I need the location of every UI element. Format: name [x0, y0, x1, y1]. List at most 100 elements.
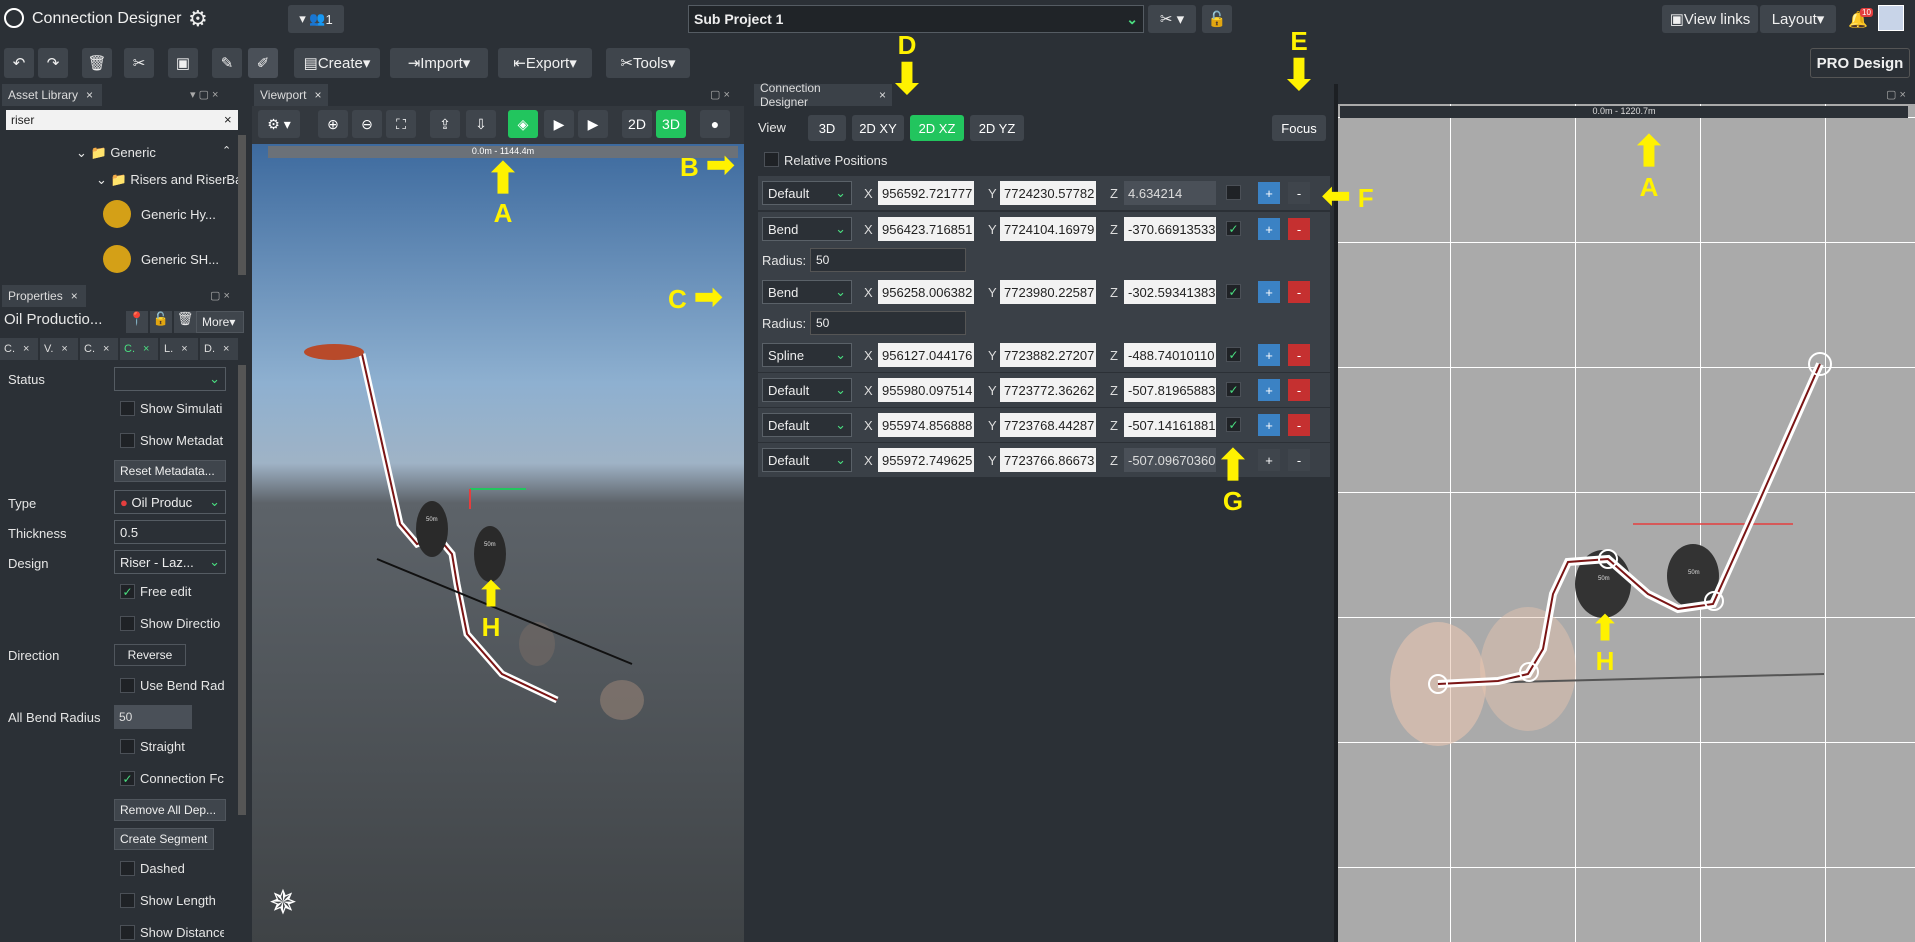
tab-viewport[interactable]: Viewport × — [254, 84, 328, 106]
point-checkbox[interactable] — [1226, 185, 1241, 200]
view-2dxz-button[interactable]: 2D XZ — [910, 115, 964, 141]
surface-up-icon[interactable]: ⇪ — [430, 110, 460, 138]
zoom-in-icon[interactable]: ⊕ — [318, 110, 348, 138]
add-point-button[interactable]: + — [1258, 182, 1280, 204]
add-point-button[interactable]: + — [1258, 379, 1280, 401]
z-input[interactable]: -302.59341383 — [1124, 280, 1216, 304]
z-input[interactable]: -507.14161881 — [1124, 413, 1216, 437]
fit-view-icon[interactable]: ⛶ — [386, 110, 416, 138]
asset-window-controls[interactable]: ▾ ▢ × — [190, 88, 218, 101]
point-checkbox[interactable]: ✓ — [1226, 417, 1241, 432]
trash-icon[interactable]: 🗑 — [174, 311, 196, 333]
use-bend-checkbox[interactable] — [120, 678, 135, 693]
remove-point-button[interactable]: - — [1288, 182, 1310, 204]
point-type-select[interactable]: Default ⌄ — [762, 448, 852, 472]
asset-item-generic-sh[interactable]: Generic SH... — [141, 252, 219, 267]
y-input[interactable]: 7723772.36262 — [1000, 378, 1096, 402]
x-input[interactable]: 955980.097514 — [878, 378, 974, 402]
add-point-button[interactable]: + — [1258, 414, 1280, 436]
connection-checkbox[interactable]: ✓ — [120, 771, 135, 786]
view-settings-button[interactable]: ⚙ ▾ — [258, 110, 300, 138]
subtab-active[interactable]: C. × — [120, 338, 158, 360]
subtab[interactable]: C. × — [0, 338, 38, 360]
show-direction-checkbox[interactable] — [120, 616, 135, 631]
focus-button[interactable]: Focus — [1272, 115, 1326, 141]
pin-icon[interactable]: 📍 — [126, 311, 148, 333]
y-input[interactable]: 7723766.86673 — [1000, 448, 1096, 472]
x-input[interactable]: 955972.749625 — [878, 448, 974, 472]
subtab[interactable]: D. × — [200, 338, 238, 360]
tools-dropdown-button[interactable]: ✂ ▾ — [1148, 5, 1196, 33]
add-point-button[interactable]: + — [1258, 344, 1280, 366]
tree-folder-risers[interactable]: ⌄ 📁 Risers and RiserBa — [96, 172, 241, 188]
point-checkbox[interactable]: ✓ — [1226, 347, 1241, 362]
create-segment-button[interactable]: Create Segment — [114, 828, 214, 850]
tab-asset-library[interactable]: Asset Library × — [2, 84, 102, 106]
create-button[interactable]: ▤ Create ▾ — [294, 48, 380, 78]
cut-button[interactable]: ✂ — [124, 48, 154, 78]
x-input[interactable]: 956592.721777 — [878, 181, 974, 205]
subtab[interactable]: C. × — [80, 338, 118, 360]
play-icon[interactable]: ▶ — [578, 110, 608, 138]
undo-button[interactable]: ↶ — [4, 48, 34, 78]
close-icon[interactable]: × — [71, 289, 78, 303]
point-type-select[interactable]: Default ⌄ — [762, 378, 852, 402]
tab-properties[interactable]: Properties × — [2, 285, 86, 307]
point-checkbox[interactable]: ✓ — [1226, 382, 1241, 397]
free-edit-checkbox[interactable]: ✓ — [120, 584, 135, 599]
export-button[interactable]: ⇤ Export ▾ — [498, 48, 592, 78]
search-clear-icon[interactable]: × — [224, 112, 232, 127]
pro-design-button[interactable]: PRO Design — [1810, 48, 1910, 78]
settings-gear-icon[interactable]: ⚙ — [188, 6, 208, 32]
show-meta-checkbox[interactable] — [120, 433, 135, 448]
subtab[interactable]: V. × — [40, 338, 78, 360]
asset-search-input[interactable]: riser — [6, 110, 238, 130]
point-checkbox[interactable]: ✓ — [1226, 284, 1241, 299]
layout-button[interactable]: Layout ▾ — [1760, 5, 1836, 33]
y-input[interactable]: 7724230.57782 — [1000, 181, 1096, 205]
import-button[interactable]: ⇥ Import ▾ — [390, 48, 488, 78]
more-button[interactable]: More ▾ — [196, 311, 244, 333]
all-bend-radius-input[interactable]: 50 — [114, 705, 192, 729]
tree-folder-generic[interactable]: ⌄ 📁 Generic — [76, 145, 156, 161]
x-input[interactable]: 956423.716851 — [878, 217, 974, 241]
remove-point-button[interactable]: - — [1288, 281, 1310, 303]
y-input[interactable]: 7723980.22587 — [1000, 280, 1096, 304]
users-button[interactable]: ▾ 👥 1 — [288, 5, 344, 33]
remove-point-button[interactable]: - — [1288, 414, 1310, 436]
z-input[interactable]: 4.634214 — [1124, 181, 1216, 205]
status-select[interactable]: ⌄ — [114, 367, 226, 391]
mode-3d-button[interactable]: 3D — [656, 110, 686, 138]
add-point-button[interactable]: + — [1258, 281, 1280, 303]
add-point-button[interactable]: + — [1258, 218, 1280, 240]
close-icon[interactable]: × — [86, 88, 93, 102]
mode-2d-button[interactable]: 2D — [622, 110, 652, 138]
view-3d-button[interactable]: 3D — [808, 115, 846, 141]
reverse-button[interactable]: Reverse — [114, 644, 186, 666]
close-icon[interactable]: × — [314, 88, 321, 102]
y-input[interactable]: 7724104.16979 — [1000, 217, 1096, 241]
x-input[interactable]: 956258.006382 — [878, 280, 974, 304]
y-input[interactable]: 7723882.27207 — [1000, 343, 1096, 367]
props-scrollbar[interactable] — [238, 365, 246, 815]
z-input[interactable]: -507.09670360 — [1124, 448, 1216, 472]
tab-connection-designer[interactable]: Connection Designer × — [754, 81, 892, 109]
radius-input[interactable]: 50 — [810, 248, 966, 272]
pen-button[interactable]: ✎ — [212, 48, 242, 78]
view-2dxy-button[interactable]: 2D XY — [852, 115, 904, 141]
z-input[interactable]: -370.66913533 — [1124, 217, 1216, 241]
surface-down-icon[interactable]: ⇩ — [466, 110, 496, 138]
point-type-select[interactable]: Default ⌄ — [762, 181, 852, 205]
design-select[interactable]: Riser - Laz... ⌄ — [114, 550, 226, 574]
show-length-checkbox[interactable] — [120, 893, 135, 908]
subtab[interactable]: L. × — [160, 338, 198, 360]
project-select[interactable]: Sub Project 1 ⌄ — [688, 5, 1144, 33]
type-select[interactable]: ● Oil Produc ⌄ — [114, 490, 226, 514]
view-2dyz-button[interactable]: 2D YZ — [970, 115, 1024, 141]
x-input[interactable]: 956127.044176 — [878, 343, 974, 367]
point-type-select[interactable]: Bend ⌄ — [762, 217, 852, 241]
lock-icon[interactable]: 🔓 — [150, 311, 172, 333]
compass-icon[interactable]: ✵ — [262, 882, 304, 924]
delete-button[interactable]: 🗑 — [82, 48, 112, 78]
relative-positions-checkbox[interactable] — [764, 152, 779, 167]
